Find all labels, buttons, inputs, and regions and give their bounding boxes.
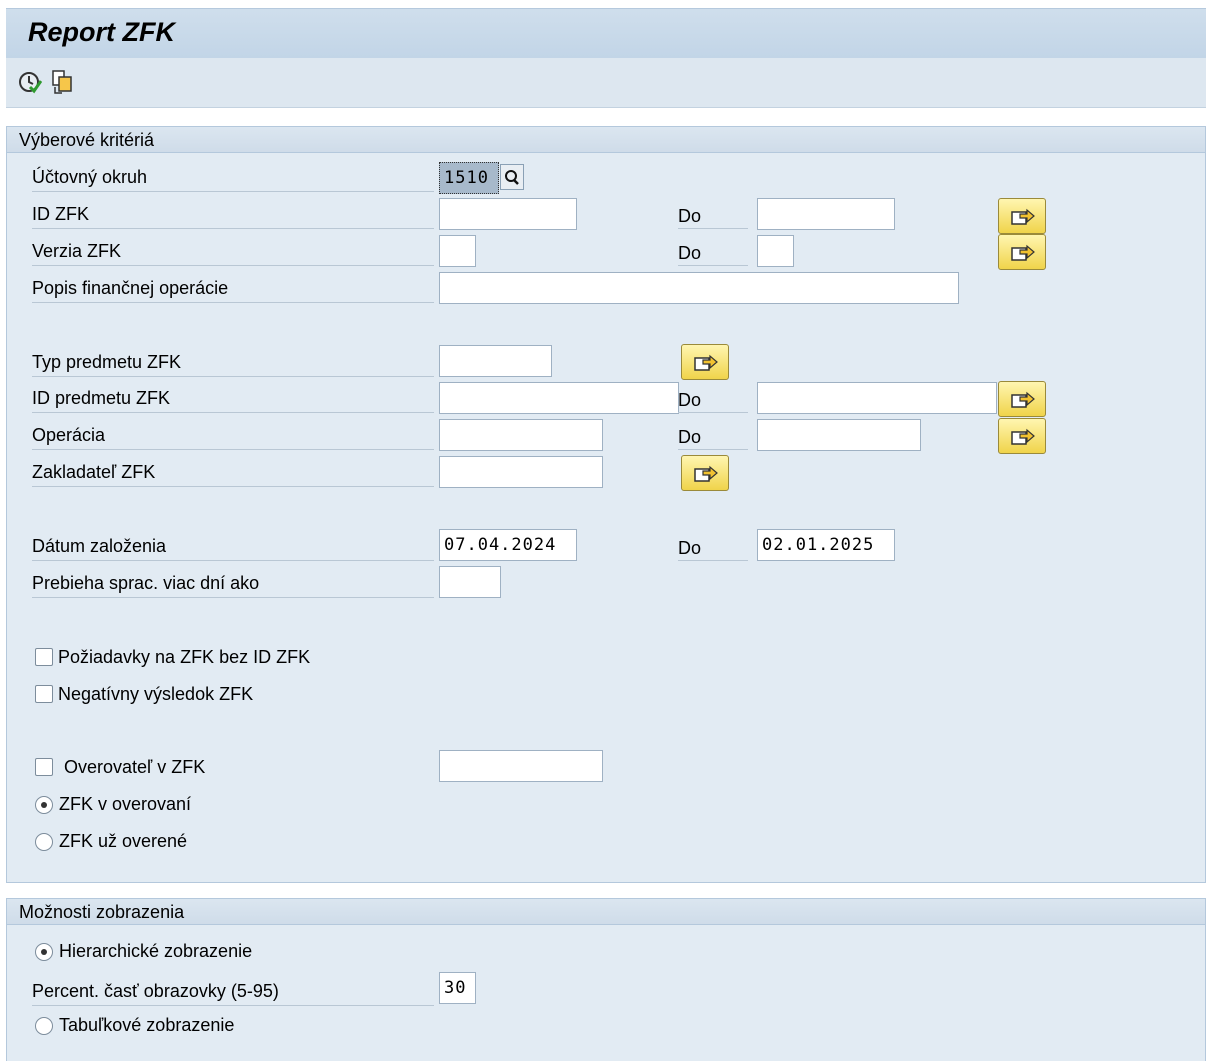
created-date-from-input[interactable]: 07.04.2024 (439, 529, 577, 561)
search-help-button[interactable] (500, 164, 524, 190)
multiple-selection-icon (1011, 244, 1035, 261)
fin-op-desc-input[interactable] (439, 272, 959, 304)
verifier-checkbox[interactable] (35, 758, 53, 776)
req-without-id-label: Požiadavky na ZFK bez ID ZFK (58, 647, 311, 667)
negative-result-label: Negatívny výsledok ZFK (58, 684, 254, 704)
company-code-input[interactable]: 1510 (439, 162, 499, 194)
zfk-version-label: Verzia ZFK (32, 236, 434, 266)
in-verification-label: ZFK v overovaní (59, 794, 192, 814)
screen-percent-input[interactable]: 30 (439, 972, 476, 1004)
group-header: Výberové kritériá (7, 127, 1205, 153)
multiple-selection-button[interactable] (681, 455, 729, 491)
page-title: Report ZFK (28, 17, 175, 47)
zfk-id-to-input[interactable] (757, 198, 895, 230)
subject-id-to-label: Do (678, 383, 748, 413)
created-date-to-input[interactable]: 02.01.2025 (757, 529, 895, 561)
execute-icon[interactable] (18, 69, 43, 95)
in-verification-radio[interactable] (35, 796, 53, 814)
already-verified-label: ZFK už overené (59, 831, 188, 851)
verifier-input[interactable] (439, 750, 603, 782)
zfk-id-from-input[interactable] (439, 198, 577, 230)
tabular-radio[interactable] (35, 1017, 53, 1035)
operation-to-input[interactable] (757, 419, 921, 451)
multiple-selection-button[interactable] (681, 344, 729, 380)
founder-input[interactable] (439, 456, 603, 488)
magnifier-icon (505, 170, 519, 185)
subject-type-label: Typ predmetu ZFK (32, 347, 434, 377)
subject-type-input[interactable] (439, 345, 552, 377)
zfk-version-to-input[interactable] (757, 235, 794, 267)
multiple-selection-icon (694, 354, 718, 371)
hierarchical-label: Hierarchické zobrazenie (59, 941, 253, 961)
subject-id-to-input[interactable] (757, 382, 997, 414)
created-date-label: Dátum založenia (32, 531, 434, 561)
fin-op-desc-label: Popis finančnej operácie (32, 273, 434, 303)
zfk-id-label: ID ZFK (32, 199, 434, 229)
already-verified-radio[interactable] (35, 833, 53, 851)
negative-result-checkbox[interactable] (35, 685, 53, 703)
operation-from-input[interactable] (439, 419, 603, 451)
get-variant-icon[interactable] (50, 69, 74, 95)
multiple-selection-button[interactable] (998, 418, 1046, 454)
zfk-version-to-label: Do (678, 236, 748, 266)
subject-id-from-input[interactable] (439, 382, 679, 414)
zfk-version-from-input[interactable] (439, 235, 476, 267)
title-bar: Report ZFK (6, 8, 1206, 58)
multiple-selection-icon (694, 465, 718, 482)
company-code-label: Účtovný okruh (32, 162, 434, 192)
founder-label: Zakladateľ ZFK (32, 457, 434, 487)
multiple-selection-icon (1011, 391, 1035, 408)
verifier-label: Overovateľ v ZFK (64, 757, 206, 777)
processing-days-label: Prebieha sprac. viac dní ako (32, 568, 434, 598)
multiple-selection-button[interactable] (998, 381, 1046, 417)
multiple-selection-button[interactable] (998, 234, 1046, 270)
hierarchical-radio[interactable] (35, 943, 53, 961)
created-date-to-label: Do (678, 531, 748, 561)
group-header: Možnosti zobrazenia (7, 899, 1205, 925)
multiple-selection-icon (1011, 208, 1035, 225)
operation-to-label: Do (678, 420, 748, 450)
multiple-selection-button[interactable] (998, 198, 1046, 234)
application-toolbar (6, 58, 1206, 108)
zfk-id-to-label: Do (678, 199, 748, 229)
tabular-label: Tabuľkové zobrazenie (59, 1015, 235, 1035)
processing-days-input[interactable] (439, 566, 501, 598)
multiple-selection-icon (1011, 428, 1035, 445)
subject-id-label: ID predmetu ZFK (32, 383, 434, 413)
screen-percent-label: Percent. časť obrazovky (5-95) (32, 976, 434, 1006)
operation-label: Operácia (32, 420, 434, 450)
req-without-id-checkbox[interactable] (35, 648, 53, 666)
